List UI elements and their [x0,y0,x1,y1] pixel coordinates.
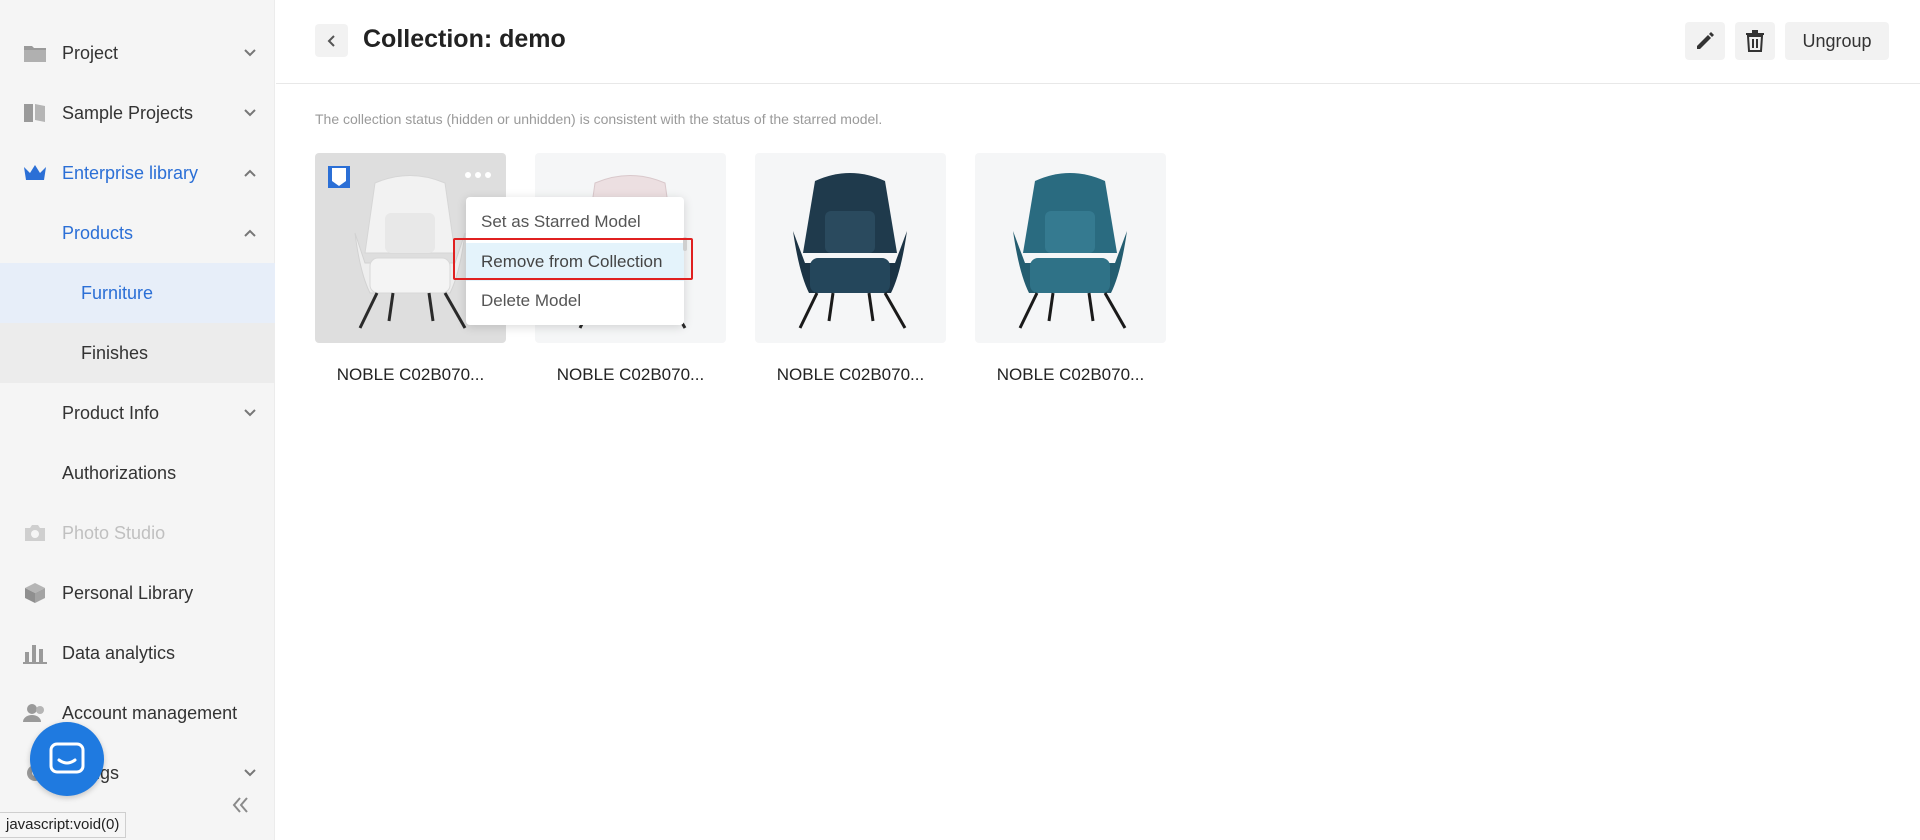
remove-from-collection-menu-item[interactable]: Remove from Collection [466,243,684,281]
delete-button[interactable] [1735,22,1775,60]
model-context-menu: Set as Starred Model Remove from Collect… [466,197,684,325]
starred-model-badge-icon [328,166,350,188]
collection-status-note: The collection status (hidden or unhidde… [315,111,883,127]
sidebar-item-personal-library[interactable]: Personal Library [0,563,275,623]
chevron-down-icon [244,109,256,117]
sidebar-item-label: Enterprise library [62,162,199,183]
model-card[interactable] [755,153,946,343]
sidebar-item-label: Product Info [62,402,160,423]
chevron-up-icon [244,229,256,237]
page-title: Collection: demo [363,25,566,53]
chat-launcher-button[interactable] [30,722,104,796]
model-card-label: NOBLE C02B070... [556,365,705,384]
page-header: Collection: demo Ungroup [276,0,1920,84]
chair-thumbnail [793,173,907,329]
model-card-label: NOBLE C02B070... [776,365,925,384]
sidebar-item-enterprise-library[interactable]: Enterprise library [0,143,275,203]
sidebar-item-label: Authorizations [62,462,177,483]
menu-scrollbar[interactable] [683,237,687,251]
camera-icon [22,522,48,544]
set-starred-model-menu-item[interactable]: Set as Starred Model [466,203,684,241]
sidebar-item-label: Data analytics [62,642,176,663]
sidebar-item-label: Photo Studio [62,522,166,543]
model-card-label: NOBLE C02B070... [336,365,485,384]
chevron-down-icon [244,409,256,417]
sidebar-item-product-info[interactable]: Product Info [0,383,275,443]
chevron-down-icon [244,769,256,777]
collapse-sidebar-icon[interactable] [228,793,252,817]
cube-icon [22,582,48,604]
trash-icon [1746,30,1764,52]
sidebar-item-label: Products [62,222,134,243]
chair-thumbnail [1013,173,1127,329]
pencil-icon [1697,32,1714,49]
chevron-left-icon [327,34,335,47]
sidebar-item-finishes[interactable]: Finishes [0,323,275,383]
users-icon [22,702,48,724]
sidebar-item-data-analytics[interactable]: Data analytics [0,623,275,683]
chevron-up-icon [244,169,256,177]
sidebar-item-sample-projects[interactable]: Sample Projects [0,83,275,143]
book-icon [22,102,48,124]
delete-model-menu-item[interactable]: Delete Model [466,282,684,320]
dot-icon [465,172,471,178]
sidebar-item-authorizations[interactable]: Authorizations [0,443,275,503]
back-button[interactable] [315,24,348,57]
sidebar-item-label: Account management [62,702,238,723]
sidebar-item-products[interactable]: Products [0,203,275,263]
chevron-down-icon [244,49,256,57]
bar-chart-icon [22,642,48,664]
sidebar-item-label: Project [62,42,119,63]
sidebar-item-label: Sample Projects [62,102,194,123]
dot-icon [475,172,481,178]
sidebar-item-project[interactable]: Project [0,23,275,83]
sidebar-item-label: Finishes [81,342,149,363]
crown-icon [22,162,48,184]
sidebar-item-label: Furniture [81,282,154,303]
dot-icon [485,172,491,178]
sidebar: Project Sample Projects Enterprise libra… [0,0,275,840]
sidebar-item-photo-studio[interactable]: Photo Studio [0,503,275,563]
model-card-label: NOBLE C02B070... [996,365,1145,384]
folder-icon [22,42,48,64]
model-card[interactable] [975,153,1166,343]
ungroup-button[interactable]: Ungroup [1785,22,1889,60]
edit-button[interactable] [1685,22,1725,60]
sidebar-item-label: Personal Library [62,582,194,603]
sidebar-item-furniture[interactable]: Furniture [0,263,275,323]
browser-status-bar: javascript:void(0) [0,812,127,838]
chat-icon [49,742,85,774]
more-options-button[interactable] [465,169,495,181]
